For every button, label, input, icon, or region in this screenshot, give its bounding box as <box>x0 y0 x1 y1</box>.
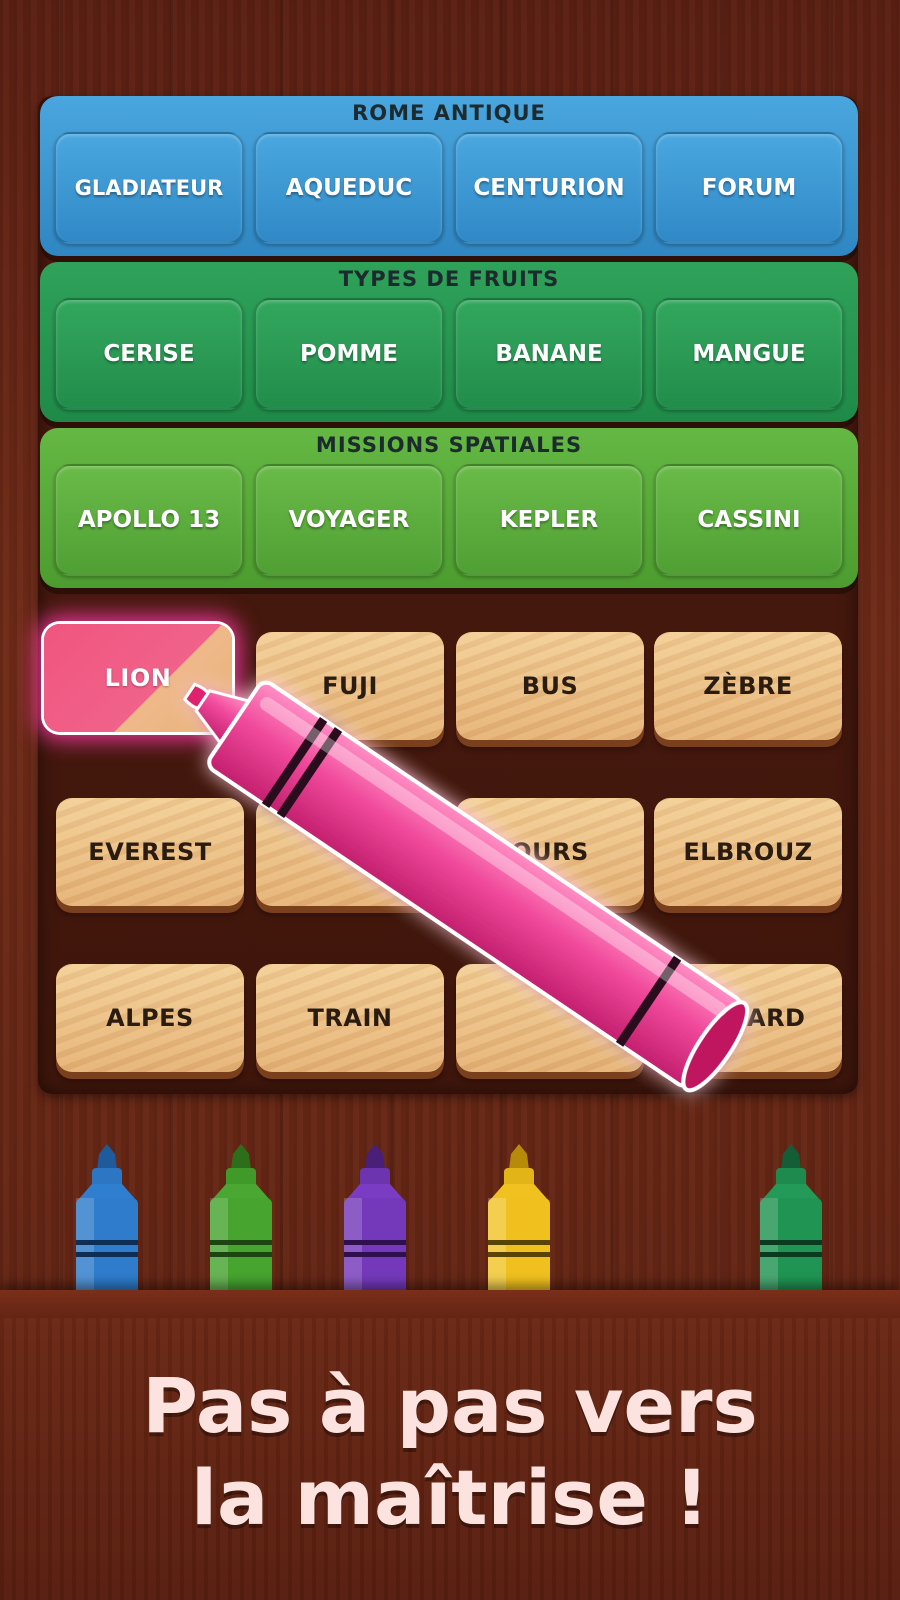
word-tile[interactable]: RENARD <box>654 964 842 1072</box>
word-tile[interactable] <box>456 964 644 1072</box>
word-tile[interactable]: BUS <box>456 632 644 740</box>
category-word: AQUEDUC <box>254 132 444 244</box>
category-word: CERISE <box>54 298 244 410</box>
category-word: KEPLER <box>454 464 644 576</box>
word-tile[interactable]: EVEREST <box>56 798 244 906</box>
word-tile[interactable]: TRAIN <box>256 964 444 1072</box>
word-tile[interactable]: ALPES <box>56 964 244 1072</box>
category-word: POMME <box>254 298 444 410</box>
solved-category-fruits: TYPES DE FRUITS CERISE POMME BANANE MANG… <box>40 262 858 422</box>
word-tile[interactable] <box>256 798 444 906</box>
tagline: Pas à pas vers la maîtrise ! <box>0 1360 900 1544</box>
category-word: FORUM <box>654 132 844 244</box>
category-title: MISSIONS SPATIALES <box>315 433 583 457</box>
solved-category-rome: ROME ANTIQUE GLADIATEUR AQUEDUC CENTURIO… <box>40 96 858 256</box>
category-title: ROME ANTIQUE <box>352 101 546 125</box>
tagline-line-2: la maîtrise ! <box>190 1453 710 1542</box>
tagline-line-1: Pas à pas vers <box>142 1361 758 1450</box>
category-word: VOYAGER <box>254 464 444 576</box>
solved-category-missions: MISSIONS SPATIALES APOLLO 13 VOYAGER KEP… <box>40 428 858 588</box>
word-tile[interactable]: FUJI <box>256 632 444 740</box>
category-word: MANGUE <box>654 298 844 410</box>
word-tile-selected[interactable]: LION <box>44 624 232 732</box>
category-word: GLADIATEUR <box>54 132 244 244</box>
category-word: BANANE <box>454 298 644 410</box>
category-title: TYPES DE FRUITS <box>338 267 560 291</box>
word-tile[interactable]: ELBROUZ <box>654 798 842 906</box>
category-word: APOLLO 13 <box>54 464 244 576</box>
category-word: CASSINI <box>654 464 844 576</box>
word-tile[interactable]: OURS <box>456 798 644 906</box>
category-word: CENTURION <box>454 132 644 244</box>
word-tile[interactable]: ZÈBRE <box>654 632 842 740</box>
